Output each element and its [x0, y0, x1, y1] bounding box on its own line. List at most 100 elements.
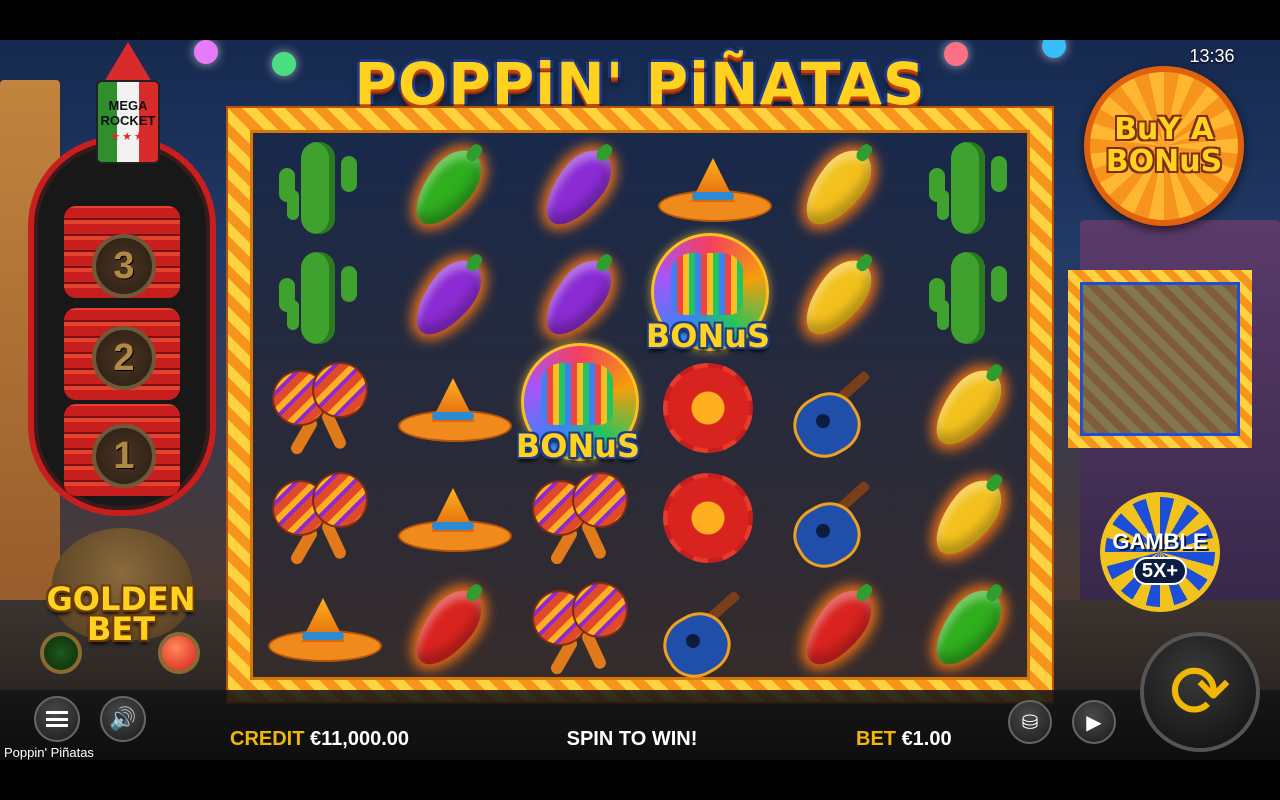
reel-cell — [903, 353, 1033, 463]
chili-pepper-purple-icon — [403, 249, 493, 347]
chili-pepper-yellow-icon — [793, 139, 883, 237]
cactus-symbol — [268, 138, 368, 238]
reel-cell — [253, 133, 383, 243]
bet-select-button[interactable]: ⛁ — [1008, 700, 1052, 744]
cactus-symbol — [268, 248, 368, 348]
chili-pepper-yellow-symbol — [918, 358, 1018, 458]
flower-symbol — [658, 468, 758, 568]
reel-cell — [773, 133, 903, 243]
chili-pepper-yellow-icon — [923, 359, 1013, 457]
reel-cell — [383, 243, 513, 353]
reel-6 — [903, 133, 1033, 683]
maracas-symbol — [268, 468, 368, 568]
sombrero-icon — [268, 598, 382, 662]
reel-cell — [383, 463, 513, 573]
sombrero-icon — [398, 488, 512, 552]
light-bulb — [1042, 40, 1066, 58]
reel-cell — [903, 133, 1033, 243]
rocket-tip — [104, 42, 152, 82]
sombrero-icon — [398, 378, 512, 442]
reel-cell — [253, 573, 383, 683]
rocket-label-line1: MEGA — [108, 98, 148, 113]
spin-button[interactable]: ⟳ — [1140, 632, 1260, 752]
flower-symbol — [658, 358, 758, 458]
sombrero-symbol — [658, 138, 772, 238]
bonus-pinata-symbol: BONuS — [513, 343, 643, 473]
reel-cell — [643, 573, 773, 689]
side-feature-window — [1080, 282, 1240, 436]
buy-bonus-line1: BuY A — [1114, 112, 1214, 147]
speaker-icon: 🔊 — [109, 706, 137, 731]
chili-pepper-yellow-symbol — [918, 468, 1018, 568]
maracas-icon — [528, 578, 628, 678]
golden-bet-line2: BET — [86, 610, 156, 648]
sombrero-symbol — [398, 468, 512, 568]
buy-bonus-line2: BONuS — [1105, 144, 1223, 179]
reel-cell — [903, 463, 1033, 573]
golden-bet-off-toggle[interactable] — [40, 632, 82, 674]
chili-pepper-red-symbol — [788, 578, 888, 678]
chili-pepper-green-icon — [403, 139, 493, 237]
gamble-button[interactable]: GAMBLE 5X+ — [1100, 492, 1220, 612]
reel-cell — [513, 243, 643, 353]
guitar-symbol — [782, 468, 888, 579]
reel-cell — [773, 353, 903, 469]
rocket-level-1: 1 — [92, 424, 156, 488]
sound-button[interactable]: 🔊 — [100, 696, 146, 742]
status-message: SPIN TO WIN! — [566, 728, 698, 750]
maracas-icon — [528, 468, 628, 568]
chili-pepper-green-symbol — [918, 578, 1018, 678]
bonus-label: BONuS — [515, 427, 641, 465]
guitar-symbol — [652, 578, 758, 689]
buy-a-bonus-button[interactable]: BuY A BONuS — [1084, 66, 1244, 226]
light-bulb — [272, 52, 296, 76]
cactus-symbol — [918, 248, 1018, 348]
reel-cell — [253, 243, 383, 353]
pinata-icon — [541, 363, 613, 425]
guitar-symbol — [782, 358, 888, 469]
reel-3: BONuS — [513, 133, 643, 683]
credit-display: CREDIT €11,000.00 — [230, 726, 460, 752]
chili-pepper-yellow-icon — [793, 249, 883, 347]
reel-cell — [253, 353, 383, 463]
autoplay-button[interactable]: ▶ — [1072, 700, 1116, 744]
bet-label: BET — [856, 728, 896, 750]
chili-pepper-red-icon — [793, 579, 883, 677]
reel-cell — [513, 463, 643, 573]
menu-button[interactable] — [34, 696, 80, 742]
sombrero-symbol — [398, 358, 512, 458]
reel-cell — [253, 463, 383, 573]
rocket-label: MEGA ROCKET — [88, 98, 168, 128]
spin-arrows-icon: ⟳ — [1168, 650, 1231, 733]
reel-frame: BONuS BONuS — [226, 106, 1054, 704]
gamble-multiplier: 5X+ — [1133, 557, 1187, 585]
reel-4: BONuS — [643, 133, 773, 689]
clock: 13:36 — [1189, 46, 1235, 66]
cactus-icon — [279, 142, 357, 234]
maracas-symbol — [528, 468, 628, 568]
reel-cell — [773, 243, 903, 353]
reel-5 — [773, 133, 903, 683]
cactus-icon — [929, 252, 1007, 344]
maracas-symbol — [268, 358, 368, 458]
autoplay-icon: ▶ — [1086, 711, 1102, 734]
sombrero-icon — [658, 158, 772, 222]
credit-value: €11,000.00 — [310, 728, 410, 750]
light-bulb — [194, 40, 218, 64]
cactus-symbol — [918, 138, 1018, 238]
golden-bet-on-toggle[interactable] — [158, 632, 200, 674]
pinata-icon — [671, 253, 743, 315]
chili-pepper-yellow-icon — [923, 469, 1013, 567]
maracas-icon — [268, 468, 368, 568]
chili-pepper-purple-symbol — [398, 248, 498, 348]
bet-value: €1.00 — [901, 728, 952, 750]
reel-cell — [383, 573, 513, 683]
reel-cell — [383, 133, 513, 243]
guitar-icon — [782, 468, 888, 579]
chili-pepper-red-symbol — [398, 578, 498, 678]
flower-icon — [663, 473, 753, 563]
reel-cell — [643, 133, 773, 243]
cactus-icon — [279, 252, 357, 344]
flower-icon — [663, 363, 753, 453]
rocket-label-line2: ROCKET — [100, 113, 156, 128]
